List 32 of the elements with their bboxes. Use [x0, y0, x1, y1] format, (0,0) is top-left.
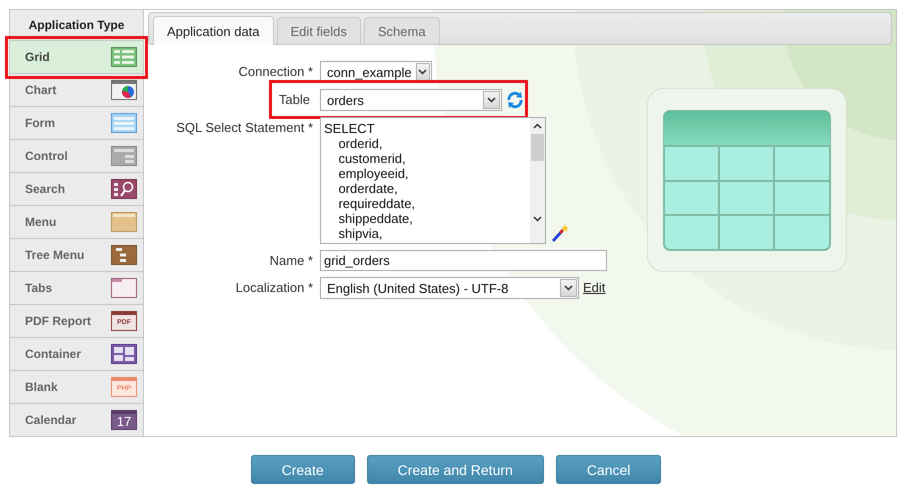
name-input[interactable]: grid_orders [320, 250, 607, 271]
sql-text-area[interactable]: SELECT orderid, customerid, employeeid, orderdate, requireddate, shippeddate, shipvia, [320, 117, 546, 244]
tab[interactable]: Application data [153, 16, 274, 45]
menu-icon [111, 212, 137, 232]
action-button[interactable]: Create [250, 455, 355, 484]
chevron-down-icon [487, 97, 496, 103]
field-label: Localization * [234, 279, 313, 295]
chart-icon [111, 80, 137, 100]
application-type-item[interactable]: Chart [10, 74, 143, 107]
tabs-icon [111, 278, 137, 298]
action-button[interactable]: Create and Return [366, 455, 544, 484]
field-label: SQL Select Statement * [175, 119, 313, 135]
field-label: Table [278, 91, 310, 107]
container-icon [111, 344, 137, 364]
chevron-down-icon [564, 285, 573, 291]
tree-icon [111, 245, 137, 265]
magic-wand-icon[interactable] [550, 223, 570, 243]
action-button[interactable]: Cancel [556, 455, 662, 484]
tab[interactable]: Edit fields [276, 17, 361, 44]
field-label: Name * [268, 252, 313, 268]
chevron-down-icon [418, 69, 428, 75]
search-icon [111, 179, 137, 199]
refresh-icon[interactable] [506, 91, 524, 109]
dropdown-field[interactable]: English (United States) - UTF-8 [320, 277, 579, 299]
tab[interactable]: Schema [364, 17, 440, 44]
field-label: Connection * [238, 63, 313, 79]
grid-icon [111, 47, 137, 67]
form-icon [111, 113, 137, 133]
calendar-icon: 17 [111, 410, 137, 430]
dropdown-field[interactable]: orders [320, 89, 502, 111]
control-icon [111, 146, 137, 166]
edit-link[interactable]: Edit [583, 277, 606, 295]
